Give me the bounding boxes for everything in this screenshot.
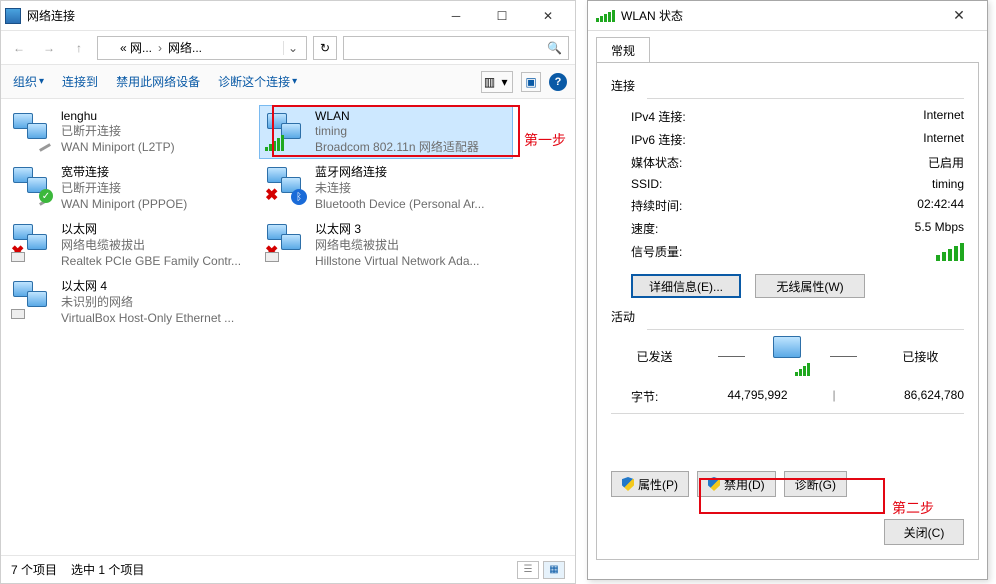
dialog-body: 连接 IPv4 连接: Internet IPv6 连接: Internet 媒体状…: [596, 62, 979, 560]
disconnected-icon: ✖: [265, 185, 278, 205]
media-label: 媒体状态:: [631, 154, 751, 171]
search-input[interactable]: 🔍: [343, 36, 569, 60]
cmd-disable-device[interactable]: 禁用此网络设备: [112, 71, 204, 92]
tab-strip: 常规: [588, 31, 987, 62]
ssid-label: SSID:: [631, 177, 751, 191]
network-connections-window: 网络连接 ─ ☐ ✕ ← → ↑ « 网... › 网络... ⌄ ↻ 🔍 组织…: [0, 0, 576, 584]
wireless-properties-button[interactable]: 无线属性(W): [755, 274, 865, 298]
view-toggle[interactable]: ▥ ▾: [481, 71, 513, 93]
minimize-button[interactable]: ─: [433, 1, 479, 31]
window-title: 网络连接: [27, 7, 75, 24]
search-icon: 🔍: [547, 41, 562, 55]
breadcrumb-1[interactable]: « 网...: [120, 39, 152, 56]
forward-button[interactable]: →: [37, 36, 61, 60]
ipv4-value: Internet: [923, 108, 964, 125]
tab-general[interactable]: 常规: [596, 37, 650, 63]
breadcrumb-2[interactable]: 网络...: [168, 39, 202, 56]
signal-label: 信号质量:: [631, 243, 751, 261]
maximize-button[interactable]: ☐: [479, 1, 525, 31]
details-view-button[interactable]: ☰: [517, 561, 539, 579]
cmd-connect-to[interactable]: 连接到: [58, 71, 102, 92]
annotation-step-1: 第一步: [524, 130, 566, 150]
tiles-view-button[interactable]: ▦: [543, 561, 565, 579]
preview-pane-button[interactable]: ▣: [521, 72, 541, 92]
bluetooth-icon: ᛒ: [291, 189, 307, 205]
adapter-bluetooth[interactable]: ✖ ᛒ 蓝牙网络连接未连接Bluetooth Device (Personal …: [259, 159, 513, 216]
cmd-organize[interactable]: 组织▾: [9, 71, 48, 92]
disable-button[interactable]: 禁用(D): [697, 471, 776, 497]
adapter-broadband[interactable]: ✓ 宽带连接已断开连接WAN Miniport (PPPOE): [5, 159, 259, 216]
shield-icon: [622, 477, 634, 491]
duration-value: 02:42:44: [917, 197, 964, 214]
adapter-ethernet-3[interactable]: ✖ 以太网 3网络电缆被拔出Hillstone Virtual Network …: [259, 216, 513, 273]
ethernet-jack-icon: [11, 252, 25, 262]
duration-label: 持续时间:: [631, 197, 751, 214]
titlebar: 网络连接 ─ ☐ ✕: [1, 1, 575, 31]
ipv6-value: Internet: [923, 131, 964, 148]
signal-bars-icon: [265, 135, 284, 151]
properties-button[interactable]: 属性(P): [611, 471, 689, 497]
dialog-close-button[interactable]: ✕: [939, 2, 979, 30]
address-bar[interactable]: « 网... › 网络... ⌄: [97, 36, 307, 60]
close-button[interactable]: 关闭(C): [884, 519, 964, 545]
cmd-diagnose[interactable]: 诊断这个连接▾: [214, 71, 301, 92]
ethernet-jack-icon: [265, 252, 279, 262]
status-bar: 7 个项目 选中 1 个项目 ☰ ▦: [1, 555, 575, 583]
refresh-button[interactable]: ↻: [313, 36, 337, 60]
dialog-titlebar: WLAN 状态 ✕: [588, 1, 987, 31]
diagnose-button[interactable]: 诊断(G): [784, 471, 847, 497]
adapter-lenghu[interactable]: lenghu已断开连接WAN Miniport (L2TP): [5, 105, 259, 159]
annotation-step-2: 第二步: [892, 498, 934, 518]
shield-icon: [708, 477, 720, 491]
adapter-wlan[interactable]: WLANtimingBroadcom 802.11n 网络适配器: [259, 105, 513, 159]
wlan-status-dialog: WLAN 状态 ✕ 常规 连接 IPv4 连接: Internet IPv6 连接…: [587, 0, 988, 580]
help-icon[interactable]: ?: [549, 73, 567, 91]
chevron-down-icon: ▾: [497, 72, 512, 92]
chevron-right-icon[interactable]: ›: [156, 41, 164, 55]
item-count: 7 个项目: [11, 561, 57, 578]
network-icon: [5, 8, 21, 24]
network-icon: [102, 41, 116, 55]
check-icon: ✓: [39, 189, 53, 203]
bytes-received: 86,624,780: [844, 388, 964, 405]
adapter-ethernet-4[interactable]: 以太网 4未识别的网络VirtualBox Host-Only Ethernet…: [5, 273, 259, 330]
ipv6-label: IPv6 连接:: [631, 131, 751, 148]
up-button[interactable]: ↑: [67, 36, 91, 60]
speed-value: 5.5 Mbps: [915, 220, 964, 237]
ssid-value: timing: [932, 177, 964, 191]
section-connection: 连接: [611, 77, 964, 94]
close-button[interactable]: ✕: [525, 1, 571, 31]
section-activity: 活动: [611, 308, 964, 325]
tiles-icon: ▥: [482, 72, 497, 92]
speed-label: 速度:: [631, 220, 751, 237]
chevron-down-icon[interactable]: ⌄: [283, 41, 302, 55]
wifi-icon: [596, 10, 615, 22]
received-label: 已接收: [877, 348, 964, 365]
adapter-ethernet[interactable]: ✖ 以太网网络电缆被拔出Realtek PCIe GBE Family Cont…: [5, 216, 259, 273]
command-bar: 组织▾ 连接到 禁用此网络设备 诊断这个连接▾ ▥ ▾ ▣ ?: [1, 65, 575, 99]
nav-row: ← → ↑ « 网... › 网络... ⌄ ↻ 🔍: [1, 31, 575, 65]
back-button[interactable]: ←: [7, 36, 31, 60]
sent-label: 已发送: [611, 348, 698, 365]
ethernet-jack-icon: [11, 309, 25, 319]
activity-icon: [765, 336, 810, 376]
selection-count: 选中 1 个项目: [71, 561, 144, 578]
items-area: lenghu已断开连接WAN Miniport (L2TP) WLANtimin…: [1, 99, 575, 336]
dialog-title: WLAN 状态: [621, 7, 683, 24]
bytes-sent: 44,795,992: [691, 388, 824, 405]
bytes-label: 字节:: [631, 388, 691, 405]
media-value: 已启用: [928, 154, 964, 171]
signal-bars-icon: [936, 243, 964, 261]
details-button[interactable]: 详细信息(E)...: [631, 274, 741, 298]
ipv4-label: IPv4 连接:: [631, 108, 751, 125]
